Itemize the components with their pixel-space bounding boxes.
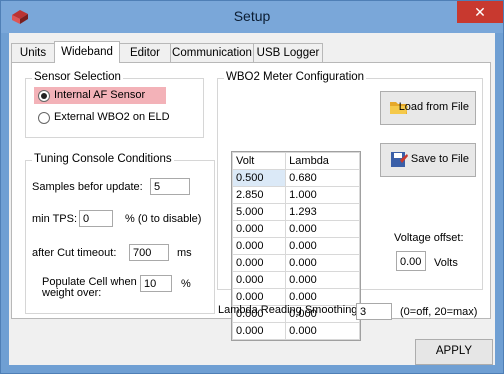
save-to-file-label: Save to File [410, 153, 469, 165]
table-row[interactable]: 0.000 0.000 [231, 254, 360, 272]
table-row[interactable]: 2.850 1.000 [231, 186, 360, 204]
smoothing-input[interactable]: 3 [356, 303, 392, 320]
volt-cell[interactable]: 5.000 [231, 203, 287, 221]
tab-units[interactable]: Units [11, 43, 55, 63]
sensor-selection-title: Sensor Selection [32, 71, 123, 83]
populate-unit: % [181, 278, 191, 290]
volt-cell[interactable]: 0.000 [231, 254, 287, 272]
setup-window: Setup ✕ Units Wideband Editor Communicat… [0, 0, 504, 374]
title-bar[interactable]: Setup ✕ [1, 1, 503, 33]
volt-cell[interactable]: 2.850 [231, 186, 287, 204]
table-row[interactable]: 0.000 0.000 [231, 237, 360, 255]
tab-communication[interactable]: Communication [170, 43, 254, 63]
column-header-volt: Volt [231, 152, 287, 170]
sensor-selection-group: Sensor Selection Internal AF Sensor Exte… [25, 71, 204, 138]
cut-timeout-input[interactable]: 700 [129, 244, 169, 261]
smoothing-hint: (0=off, 20=max) [400, 306, 478, 318]
lambda-cell[interactable]: 1.000 [285, 186, 360, 204]
volt-cell[interactable]: 0.000 [231, 220, 287, 238]
populate-label-2: weight over: [42, 287, 102, 299]
volt-cell[interactable]: 0.500 [231, 169, 287, 187]
radio-internal-af[interactable] [38, 90, 50, 102]
save-icon [391, 152, 408, 167]
min-tps-label: min TPS: [32, 213, 78, 225]
table-row[interactable]: 5.000 1.293 [231, 203, 360, 221]
cut-timeout-label: after Cut timeout: [32, 247, 117, 259]
load-from-file-button[interactable]: Load from File [380, 91, 476, 125]
samples-label: Samples befor update: [32, 181, 143, 193]
tuning-console-group: Tuning Console Conditions Samples befor … [25, 153, 215, 314]
table-row[interactable]: 0.000 0.000 [231, 271, 360, 289]
voltage-offset-unit: Volts [434, 257, 458, 269]
radio-external-wbo2[interactable] [38, 112, 50, 124]
cut-timeout-unit: ms [177, 247, 192, 259]
lambda-cell[interactable]: 0.000 [285, 237, 360, 255]
lambda-cell[interactable]: 0.000 [285, 271, 360, 289]
smoothing-label: Lambda Reading Smoothing: [218, 304, 361, 316]
lambda-cell[interactable]: 0.000 [285, 322, 360, 340]
internal-af-label: Internal AF Sensor [54, 89, 146, 101]
load-from-file-label: Load from File [398, 101, 469, 113]
table-header-row: Volt Lambda [231, 152, 360, 170]
min-tps-hint: % (0 to disable) [125, 213, 202, 225]
lambda-cell[interactable]: 0.000 [285, 288, 360, 306]
lambda-cell[interactable]: 0.680 [285, 169, 360, 187]
volt-cell[interactable]: 0.000 [231, 237, 287, 255]
close-button[interactable]: ✕ [457, 1, 503, 23]
table-row[interactable]: 0.000 0.000 [231, 322, 360, 340]
external-wbo2-label: External WBO2 on ELD [54, 111, 170, 123]
table-row[interactable]: 0.000 0.000 [231, 220, 360, 238]
wbo2-meter-title: WBO2 Meter Configuration [224, 71, 367, 83]
column-header-lambda: Lambda [285, 152, 360, 170]
lambda-cell[interactable]: 0.000 [285, 220, 360, 238]
window-title: Setup [233, 8, 271, 24]
min-tps-input[interactable]: 0 [79, 210, 113, 227]
volt-cell[interactable]: 0.000 [231, 288, 287, 306]
apply-button[interactable]: APPLY [415, 339, 493, 365]
volt-cell[interactable]: 0.000 [231, 271, 287, 289]
tuning-console-title: Tuning Console Conditions [32, 153, 174, 165]
save-to-file-button[interactable]: Save to File [380, 143, 476, 177]
populate-input[interactable]: 10 [140, 275, 172, 292]
tab-wideband[interactable]: Wideband [54, 41, 120, 63]
voltage-offset-label: Voltage offset: [394, 232, 464, 244]
voltage-offset-input[interactable]: 0.00 [396, 251, 426, 271]
dialog-body: Units Wideband Editor Communication USB … [9, 33, 495, 365]
tab-editor[interactable]: Editor [119, 43, 171, 63]
table-row[interactable]: 0.500 0.680 [231, 169, 360, 187]
table-row[interactable]: 0.000 0.000 [231, 288, 360, 306]
volt-cell[interactable]: 0.000 [231, 322, 287, 340]
lambda-cell[interactable]: 0.000 [285, 254, 360, 272]
samples-input[interactable]: 5 [150, 178, 190, 195]
tab-usb-logger[interactable]: USB Logger [253, 43, 323, 63]
lambda-cell[interactable]: 1.293 [285, 203, 360, 221]
wideband-panel: Sensor Selection Internal AF Sensor Exte… [11, 62, 491, 341]
